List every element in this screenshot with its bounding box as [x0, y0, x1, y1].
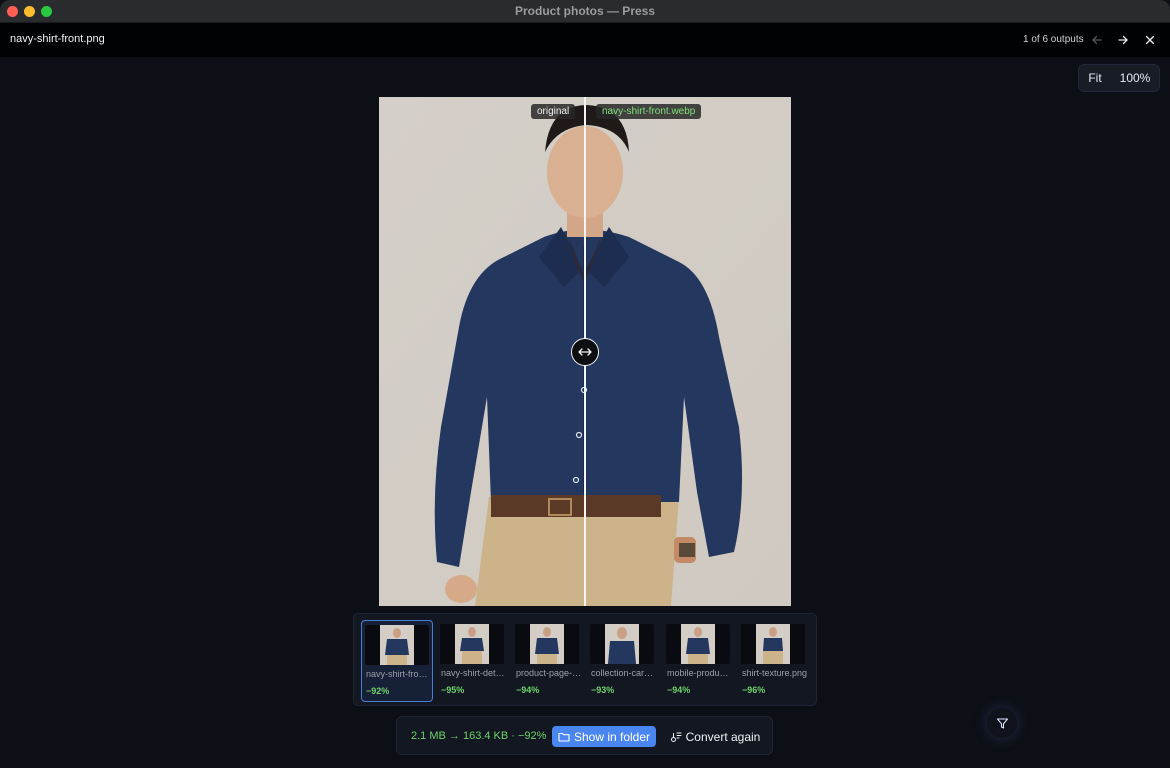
- previous-output-button[interactable]: [1087, 30, 1107, 50]
- convert-icon: [670, 732, 682, 742]
- close-icon: [1145, 35, 1155, 45]
- thumbnail-image: [365, 625, 429, 665]
- thumbnail-name: shirt-texture.png: [742, 668, 808, 678]
- thumbnail-item[interactable]: navy-shirt-front.png −92%: [361, 620, 433, 702]
- thumbnail-image: [666, 624, 730, 664]
- thumbnail-savings: −94%: [516, 685, 540, 695]
- thumbnail-image: [440, 624, 504, 664]
- filter-button[interactable]: [987, 708, 1017, 738]
- thumbnail-strip: navy-shirt-front.png −92% navy-shirt-det…: [353, 613, 817, 706]
- arrow-right-icon: [1118, 35, 1128, 45]
- thumbnail-savings: −93%: [591, 685, 615, 695]
- file-header: navy-shirt-front.png 1 of 6 outputs: [0, 23, 1170, 57]
- arrow-left-icon: [1092, 35, 1102, 45]
- thumbnail-name: collection-card.png: [591, 668, 657, 678]
- size-summary: 2.1 MB → 163.4 KB · −92%: [411, 730, 547, 742]
- compare-handle[interactable]: [571, 338, 599, 366]
- thumbnail-image: [515, 624, 579, 664]
- action-bar: 2.1 MB → 163.4 KB · −92% Show in folder …: [396, 716, 773, 755]
- thumbnail-name: navy-shirt-detail.png: [441, 668, 507, 678]
- next-output-button[interactable]: [1113, 30, 1133, 50]
- thumbnail-image: [590, 624, 654, 664]
- thumbnail-item[interactable]: mobile-product.png −94%: [663, 620, 735, 702]
- thumbnail-name: navy-shirt-front.png: [366, 669, 432, 679]
- zoom-fit-button[interactable]: Fit: [1079, 71, 1111, 85]
- file-name: navy-shirt-front.png: [10, 33, 105, 45]
- thumbnail-savings: −94%: [667, 685, 691, 695]
- thumbnail-item[interactable]: collection-card.png −93%: [587, 620, 659, 702]
- zoom-control: Fit 100%: [1078, 64, 1160, 92]
- folder-icon: [558, 732, 570, 742]
- thumbnail-image: [741, 624, 805, 664]
- thumbnail-savings: −95%: [441, 685, 465, 695]
- window-title: Product photos — Press: [514, 4, 656, 18]
- show-in-folder-button[interactable]: Show in folder: [552, 726, 656, 747]
- thumbnail-savings: −92%: [366, 686, 390, 696]
- thumbnail-item[interactable]: product-page-hero.png −94%: [512, 620, 584, 702]
- thumbnail-item[interactable]: navy-shirt-detail.png −95%: [437, 620, 509, 702]
- original-label: original: [531, 104, 576, 119]
- convert-again-label: Convert again: [685, 729, 761, 744]
- app-window: Product photos — Press navy-shirt-front.…: [0, 0, 1170, 768]
- title-bar: Product photos — Press: [0, 0, 1170, 23]
- output-counter: 1 of 6 outputs: [1023, 34, 1084, 45]
- close-preview-button[interactable]: [1140, 30, 1160, 50]
- show-in-folder-label: Show in folder: [573, 729, 651, 744]
- thumbnail-name: mobile-product.png: [667, 668, 733, 678]
- thumbnail-savings: −96%: [742, 685, 766, 695]
- convert-again-button[interactable]: Convert again: [668, 726, 762, 747]
- thumbnail-name: product-page-hero.png: [516, 668, 582, 678]
- filter-icon: [996, 717, 1008, 729]
- zoom-100-button[interactable]: 100%: [1111, 71, 1159, 85]
- converted-label: navy-shirt-front.webp: [596, 104, 702, 119]
- horizontal-arrows-icon: [578, 348, 592, 356]
- thumbnail-item[interactable]: shirt-texture.png −96%: [738, 620, 810, 702]
